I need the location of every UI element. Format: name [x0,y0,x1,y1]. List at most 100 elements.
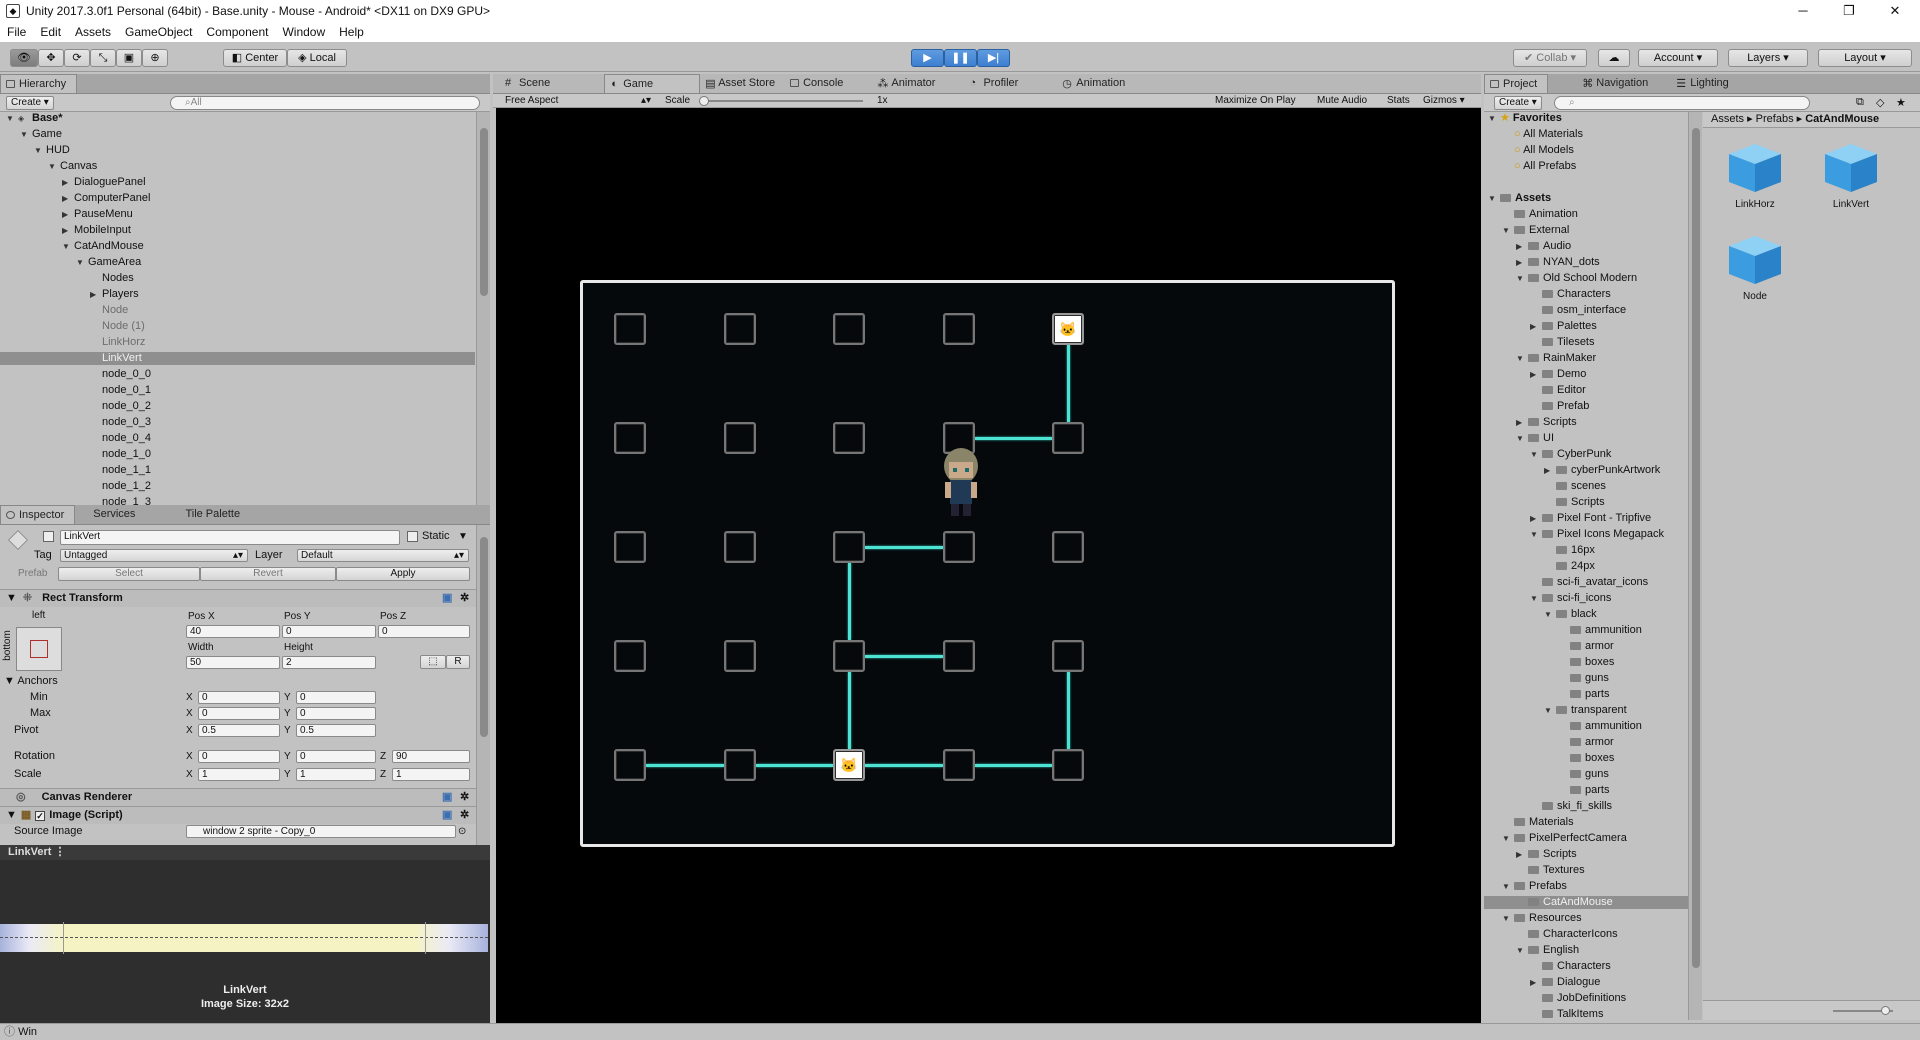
collapsed-arrow-icon[interactable]: ▶ [62,224,68,237]
hierarchy-create-button[interactable]: Create ▾ [6,96,54,110]
grid-node[interactable] [723,531,756,563]
expanded-arrow-icon[interactable]: ▼ [1544,704,1552,717]
project-tree-item[interactable]: ammunition [1484,624,1688,637]
project-tree-item[interactable]: armor [1484,736,1688,749]
expanded-arrow-icon[interactable]: ▼ [34,144,42,157]
project-tree-item[interactable]: Scripts [1484,496,1688,509]
breadcrumb-assets[interactable]: Assets [1711,113,1744,125]
project-tree-item[interactable]: JobDefinitions [1484,992,1688,1005]
cat-node[interactable]: 🐱 [833,749,865,781]
menu-assets[interactable]: Assets [68,25,118,39]
collapsed-arrow-icon[interactable]: ▶ [62,208,68,221]
grid-node[interactable] [1052,422,1084,454]
expanded-arrow-icon[interactable]: ▼ [1516,272,1524,285]
project-tree-item[interactable] [1484,176,1688,189]
expanded-arrow-icon[interactable]: ▼ [76,256,84,269]
hierarchy-item[interactable]: ▶ DialoguePanel [0,176,475,189]
hierarchy-scroll-thumb[interactable] [480,128,488,296]
hierarchy-item[interactable]: node_1_3 [0,496,475,505]
grid-node[interactable] [942,640,975,672]
play-button[interactable]: ▶ [911,49,944,67]
grid-node[interactable] [1052,531,1084,563]
pos-x-field[interactable]: 40 [186,625,280,638]
collapsed-arrow-icon[interactable]: ▶ [1530,976,1536,989]
expanded-arrow-icon[interactable]: ▼ [1516,352,1524,365]
pause-button[interactable]: ❚❚ [944,49,977,67]
project-tree-item[interactable]: ▼ Old School Modern [1484,272,1688,285]
scale-tool-button[interactable]: ⤡ [90,49,116,67]
collapsed-arrow-icon[interactable]: ▶ [1516,848,1522,861]
rect-tool-button[interactable]: ▣ [116,49,142,67]
menu-window[interactable]: Window [275,25,332,39]
maximize-on-play-toggle[interactable]: Maximize On Play [1215,95,1296,106]
hierarchy-item[interactable]: ▶ ComputerPanel [0,192,475,205]
pos-y-field[interactable]: 0 [282,625,376,638]
menu-gameobject[interactable]: GameObject [118,25,199,39]
grid-node[interactable] [833,422,865,454]
grid-node[interactable] [1052,640,1084,672]
tab-profiler[interactable]: ◔ Profiler [965,74,1028,93]
raw-edit-button[interactable]: R [446,655,470,669]
project-tree-item[interactable]: ▶ Palettes [1484,320,1688,333]
hierarchy-item[interactable]: node_0_4 [0,432,475,445]
project-tree-item[interactable]: Characters [1484,288,1688,301]
anchor-min-y-field[interactable]: 0 [296,691,376,704]
collapsed-arrow-icon[interactable]: ▶ [1516,416,1522,429]
grid-node[interactable] [942,313,975,345]
grid-node[interactable] [614,313,646,345]
project-tree-item[interactable]: Textures [1484,864,1688,877]
project-tree-item[interactable]: Tilesets [1484,336,1688,349]
expanded-arrow-icon[interactable]: ▼ [1502,224,1510,237]
grid-node[interactable] [614,749,646,781]
collapsed-arrow-icon[interactable]: ▶ [1516,240,1522,253]
grid-node[interactable] [1052,749,1084,781]
width-field[interactable]: 50 [186,656,280,669]
tab-animator[interactable]: ⁂ Animator [873,74,945,93]
blueprint-mode-button[interactable]: ⬚ [420,655,446,669]
filter-type-icon[interactable]: ⧉ [1856,96,1864,109]
expanded-arrow-icon[interactable]: ▼ [1516,944,1524,957]
project-tree-item[interactable]: ▼ transparent [1484,704,1688,717]
hierarchy-item[interactable]: node_1_2 [0,480,475,493]
grid-node[interactable] [723,749,756,781]
project-tree-item[interactable]: ▶ NYAN_dots [1484,256,1688,269]
tab-inspector[interactable]: Inspector [0,505,76,524]
breadcrumb-catandmouse[interactable]: CatAndMouse [1805,113,1879,125]
hierarchy-item[interactable]: node_0_0 [0,368,475,381]
project-tree-item[interactable]: ▼ PixelPerfectCamera [1484,832,1688,845]
menu-file[interactable]: File [0,25,33,39]
project-tree-item[interactable]: ▶ Scripts [1484,848,1688,861]
project-tree-item[interactable]: guns [1484,768,1688,781]
collapsed-arrow-icon[interactable]: ▶ [1530,512,1536,525]
project-search-input[interactable]: ⌕ [1554,96,1810,110]
breadcrumb-prefabs[interactable]: Prefabs [1756,113,1794,125]
stats-toggle[interactable]: Stats [1387,95,1410,106]
help-icon[interactable]: ▣ [442,807,452,824]
hierarchy-item[interactable]: node_1_1 [0,464,475,477]
help-icon[interactable]: ▣ [442,590,452,607]
project-tree-scroll-thumb[interactable] [1692,128,1700,968]
collapsed-arrow-icon[interactable]: ▶ [90,288,96,301]
project-tree-item[interactable]: ▶ cyberPunkArtwork [1484,464,1688,477]
grid-node[interactable] [942,531,975,563]
scale-slider-thumb[interactable] [699,96,709,106]
gear-icon[interactable]: ✲ [460,789,469,806]
source-image-field[interactable]: window 2 sprite - Copy_0 [186,825,456,838]
project-tree-item[interactable]: ▼ Resources [1484,912,1688,925]
gear-icon[interactable]: ✲ [460,807,469,824]
filter-label-icon[interactable]: ◇ [1876,96,1884,109]
project-tree-item[interactable]: scenes [1484,480,1688,493]
account-dropdown[interactable]: Account ▾ [1638,49,1718,67]
hierarchy-item[interactable]: ▶ PauseMenu [0,208,475,221]
collapsed-arrow-icon[interactable]: ▶ [1516,256,1522,269]
hierarchy-item[interactable]: node_0_1 [0,384,475,397]
hierarchy-item[interactable]: ▼ Canvas [0,160,475,173]
gizmos-dropdown[interactable]: Gizmos ▾ [1423,95,1465,106]
project-tree-item[interactable]: ▼ Assets [1484,192,1688,205]
grid-node[interactable] [723,313,756,345]
project-tree-item[interactable]: ○ All Materials [1484,128,1688,141]
hand-tool-button[interactable]: 👁 [10,49,38,67]
rotation-y-field[interactable]: 0 [296,750,376,763]
project-tree-item[interactable]: osm_interface [1484,304,1688,317]
object-name-input[interactable]: LinkVert [60,530,400,545]
